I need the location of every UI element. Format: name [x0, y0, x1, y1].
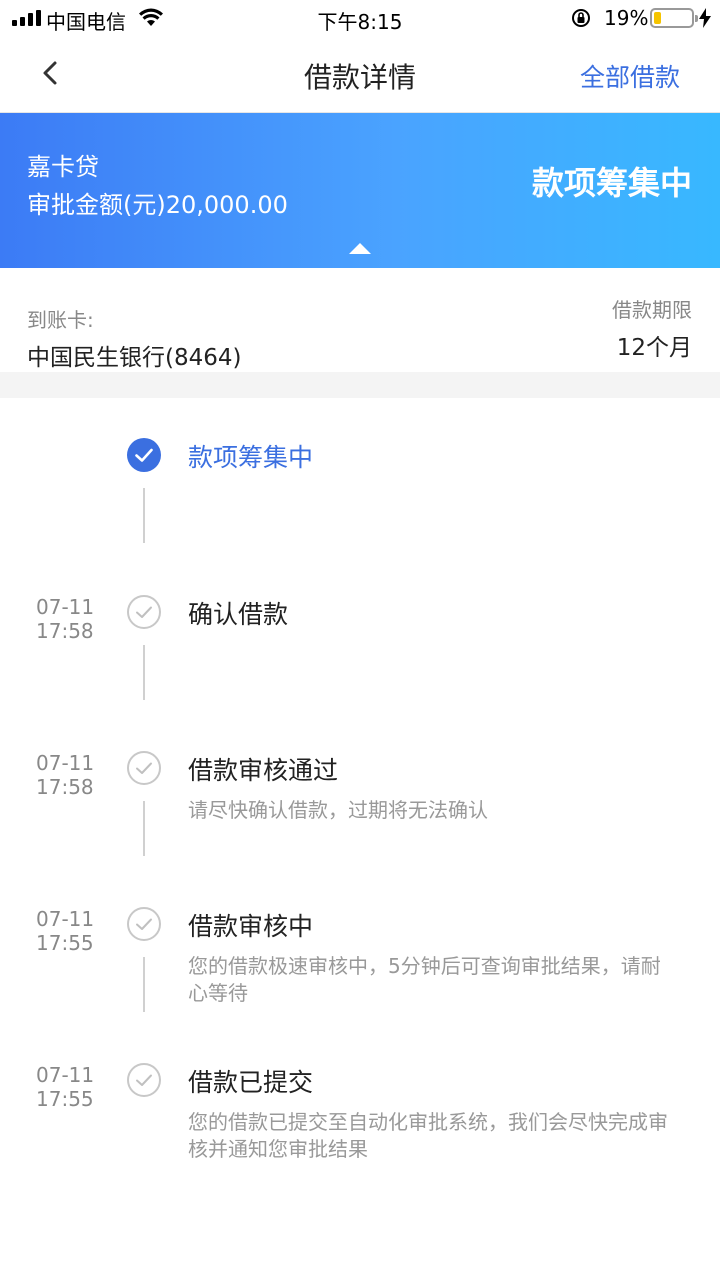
receiving-card-value: 中国民生银行(8464) — [27, 345, 242, 371]
timeline-connector — [143, 801, 145, 856]
step-description: 请尽快确认借款，过期将无法确认 — [188, 798, 488, 822]
loan-term-value: 12个月 — [616, 335, 692, 361]
step-title: 借款审核通过 — [188, 756, 339, 785]
check-outline-icon — [127, 595, 161, 629]
all-loans-link[interactable]: 全部借款 — [580, 58, 680, 94]
step-title: 确认借款 — [188, 600, 289, 629]
battery-percent: 19% — [604, 6, 649, 30]
product-name: 嘉卡贷 — [27, 153, 99, 181]
loan-info-row: 到账卡: 中国民生银行(8464) 借款期限 12个月 — [0, 268, 720, 372]
step-datetime: 07-11 17:55 — [36, 907, 95, 955]
step-description: 您的借款已提交至自动化审批系统，我们会尽快完成审核并通知您审批结果 — [188, 1110, 668, 1161]
check-outline-icon — [127, 1063, 161, 1097]
section-divider — [0, 372, 720, 398]
battery-icon — [650, 8, 698, 28]
timeline-connector — [143, 957, 145, 1012]
approved-amount: 审批金额(元)20,000.00 — [27, 191, 288, 219]
loan-summary-banner: 嘉卡贷 审批金额(元)20,000.00 款项筹集中 — [0, 113, 720, 268]
charging-icon — [699, 8, 711, 28]
check-outline-icon — [127, 907, 161, 941]
receiving-card-label: 到账卡: — [27, 308, 94, 332]
status-bar: 中国电信 下午8:15 19% — [0, 0, 720, 36]
timeline-connector — [143, 488, 145, 543]
step-datetime: 07-11 17:58 — [36, 595, 95, 643]
caret-up-icon — [349, 243, 371, 254]
step-title: 借款已提交 — [188, 1068, 314, 1097]
loan-status: 款项筹集中 — [531, 164, 692, 202]
step-datetime: 07-11 17:55 — [36, 1063, 95, 1111]
step-title: 款项筹集中 — [188, 443, 314, 472]
timeline-connector — [143, 645, 145, 700]
check-outline-icon — [127, 751, 161, 785]
step-description: 您的借款极速审核中，5分钟后可查询审批结果，请耐心等待 — [188, 954, 661, 1005]
loan-term-label: 借款期限 — [612, 298, 692, 322]
check-filled-icon — [127, 438, 161, 472]
step-datetime: 07-11 17:58 — [36, 751, 95, 799]
nav-bar: 借款详情 全部借款 — [0, 36, 720, 113]
orientation-lock-icon — [572, 9, 590, 27]
progress-timeline: 款项筹集中 07-11 17:58 确认借款 07-11 17:58 借款审核通过 … — [0, 398, 720, 1280]
step-title: 借款审核中 — [188, 912, 314, 941]
